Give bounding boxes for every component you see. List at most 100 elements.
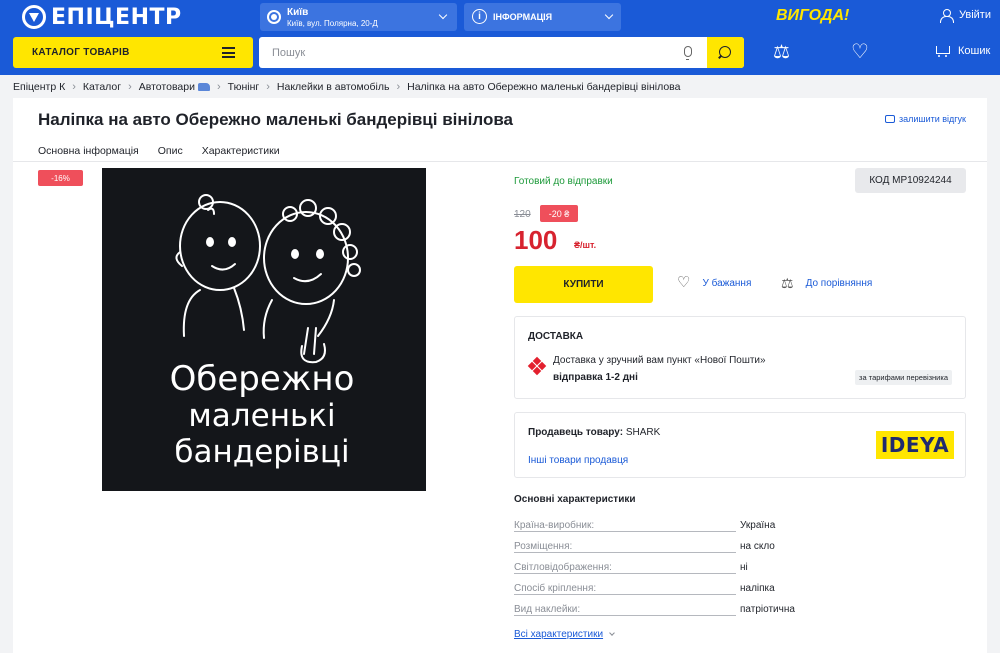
product-tabs: Основна інформація Опис Характеристики xyxy=(38,145,299,157)
leave-review-link[interactable]: залишити відгук xyxy=(884,114,966,124)
catalog-label: КАТАЛОГ ТОВАРІВ xyxy=(32,47,130,58)
tab-characteristics[interactable]: Характеристики xyxy=(202,145,280,157)
tab-description[interactable]: Опис xyxy=(158,145,183,157)
characteristic-value: наліпка xyxy=(740,583,775,594)
add-to-wishlist-button[interactable]: ♡ У бажання xyxy=(677,274,752,291)
scales-icon: ⚖ xyxy=(781,275,794,291)
old-price: 120 xyxy=(514,209,531,220)
logo-mark-icon xyxy=(22,5,46,29)
city-name: Київ xyxy=(287,7,309,18)
breadcrumb-item[interactable]: Автотовари xyxy=(139,81,210,93)
delivery-title: ДОСТАВКА xyxy=(528,331,584,342)
image-text-line-3: бандерівці xyxy=(174,434,349,470)
breadcrumb-item[interactable]: Епіцентр К xyxy=(13,81,65,93)
divider xyxy=(13,161,987,162)
top-header: ЕПІЦЕНТР Київ Київ, вул. Полярна, 20-Д i… xyxy=(0,0,1000,75)
price-discount-badge: -20 ₴ xyxy=(540,205,578,222)
info-label: ІНФОРМАЦІЯ xyxy=(493,12,553,22)
chevron-right-icon: › xyxy=(266,81,270,93)
compare-header-icon[interactable]: ⚖ xyxy=(773,43,790,62)
cart-link[interactable]: Кошик xyxy=(934,44,990,58)
microphone-icon[interactable] xyxy=(684,46,692,60)
delivery-days: відправка 1-2 дні xyxy=(553,372,638,383)
wishlist-label: У бажання xyxy=(702,277,752,289)
wishlist-header-icon[interactable]: ♡ xyxy=(851,42,869,62)
breadcrumb-item[interactable]: Тюнінг xyxy=(228,81,260,93)
logo-text: ЕПІЦЕНТР xyxy=(51,4,182,30)
all-characteristics-label: Всі характеристики xyxy=(514,629,604,640)
tab-main-info[interactable]: Основна інформація xyxy=(38,145,139,157)
dotted-leader xyxy=(514,615,736,616)
image-text-line-2: маленькі xyxy=(188,398,335,434)
characteristic-name: Світловідображення: xyxy=(514,562,615,573)
city-address: Київ, вул. Полярна, 20-Д xyxy=(287,19,378,28)
search-input[interactable] xyxy=(259,37,669,68)
user-icon xyxy=(940,9,954,23)
characteristic-name: Спосіб кріплення: xyxy=(514,583,600,594)
chevron-down-icon xyxy=(609,630,615,636)
discount-badge: -16% xyxy=(38,170,83,186)
chevron-right-icon: › xyxy=(128,81,132,93)
catalog-button[interactable]: КАТАЛОГ ТОВАРІВ xyxy=(13,37,253,68)
info-icon: i xyxy=(472,9,487,24)
vygoda-link[interactable]: ВИГОДА! xyxy=(776,7,849,25)
characteristic-row: Спосіб кріплення: наліпка xyxy=(514,583,814,597)
seller-name: SHARK xyxy=(625,427,661,438)
price-unit: ₴/шт. xyxy=(574,240,597,250)
page-title: Наліпка на авто Обережно маленькі бандер… xyxy=(38,110,514,129)
characteristic-row: Країна-виробник: Україна xyxy=(514,520,814,534)
breadcrumb: Епіцентр К › Каталог › Автотовари › Тюні… xyxy=(13,81,680,93)
breadcrumb-item[interactable]: Каталог xyxy=(83,81,121,93)
chevron-right-icon: › xyxy=(396,81,401,93)
seller-logo[interactable]: IDEYA xyxy=(876,431,954,459)
epicentr-logo[interactable]: ЕПІЦЕНТР xyxy=(22,4,182,30)
tariff-badge: за тарифами перевізника xyxy=(855,370,952,385)
info-menu[interactable]: i ІНФОРМАЦІЯ xyxy=(464,3,621,31)
dotted-leader xyxy=(514,552,736,553)
characteristic-row: Вид наклейки: патріотична xyxy=(514,604,814,618)
search-bar xyxy=(259,37,744,68)
delivery-text: Доставка у зручний вам пункт «Нової Пошт… xyxy=(553,355,766,366)
product-code: КОД MP10924244 xyxy=(855,168,966,193)
characteristic-row: Розміщення: на скло xyxy=(514,541,814,555)
menu-icon xyxy=(222,47,235,58)
cart-label: Кошик xyxy=(958,45,991,57)
breadcrumb-item[interactable]: Наклейки в автомобіль xyxy=(277,81,390,93)
characteristic-name: Розміщення: xyxy=(514,541,576,552)
product-illustration: Обережно маленькі бандерівці xyxy=(170,194,361,470)
review-label: залишити відгук xyxy=(898,114,966,124)
compare-label: До порівняння xyxy=(805,277,873,289)
cart-icon xyxy=(934,44,950,58)
chevron-right-icon: › xyxy=(72,81,76,93)
current-price: 100 xyxy=(514,225,558,255)
all-characteristics-link[interactable]: Всі характеристики xyxy=(514,629,615,640)
product-card: Наліпка на авто Обережно маленькі бандер… xyxy=(13,98,987,653)
heart-icon: ♡ xyxy=(677,274,691,291)
characteristic-row: Світловідображення: ні xyxy=(514,562,814,576)
product-image[interactable]: Обережно маленькі бандерівці xyxy=(102,168,426,491)
search-button[interactable] xyxy=(707,37,744,68)
dotted-leader xyxy=(514,531,736,532)
location-icon xyxy=(267,10,281,24)
breadcrumb-current: Наліпка на авто Обережно маленькі бандер… xyxy=(407,81,681,93)
seller-info: Продавець товару: SHARK xyxy=(528,427,660,438)
car-icon xyxy=(197,83,210,92)
dotted-leader xyxy=(514,594,736,595)
chevron-right-icon: › xyxy=(216,81,221,93)
chevron-down-icon xyxy=(438,10,448,20)
buy-button[interactable]: КУПИТИ xyxy=(514,266,653,303)
login-link[interactable]: Увійти xyxy=(940,9,991,23)
image-text-line-1: Обережно xyxy=(170,359,355,399)
delivery-block: ДОСТАВКА Доставка у зручний вам пункт «Н… xyxy=(514,316,966,399)
characteristic-name: Країна-виробник: xyxy=(514,520,598,531)
characteristic-name: Вид наклейки: xyxy=(514,604,584,615)
add-to-compare-button[interactable]: ⚖ До порівняння xyxy=(781,275,873,291)
seller-other-products-link[interactable]: Інші товари продавця xyxy=(528,455,628,466)
comment-icon xyxy=(884,115,895,123)
city-selector[interactable]: Київ Київ, вул. Полярна, 20-Д xyxy=(260,3,457,31)
login-label: Увійти xyxy=(959,9,991,21)
characteristic-value: Україна xyxy=(740,520,776,531)
chevron-down-icon xyxy=(604,10,614,20)
seller-label: Продавець товару: xyxy=(528,427,624,438)
characteristic-value: на скло xyxy=(740,541,775,552)
